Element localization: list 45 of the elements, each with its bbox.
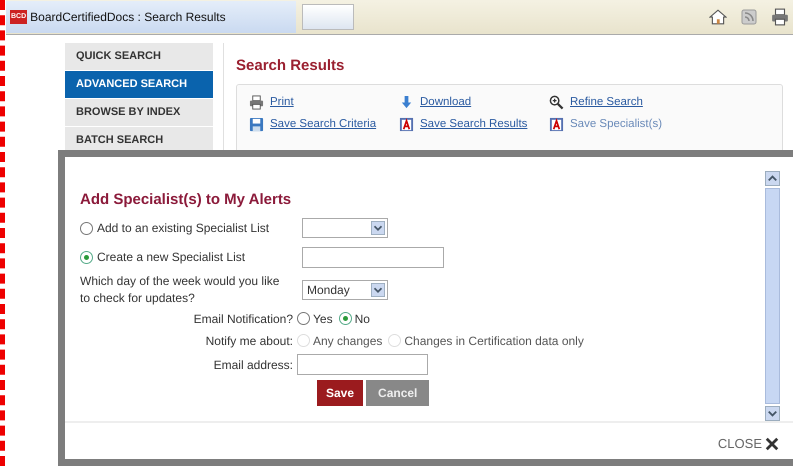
action-link[interactable]: Print [270, 94, 294, 112]
pdf-document-icon [399, 117, 414, 132]
page-title: Search Results [236, 57, 346, 75]
sidebar-item[interactable]: QUICK SEARCH [65, 43, 213, 70]
close-icon [765, 437, 779, 451]
action-link[interactable]: Download [420, 94, 472, 112]
day-dropdown[interactable]: Monday [302, 280, 388, 300]
option-label: Yes [313, 310, 333, 328]
option-label: Any changes [313, 332, 382, 350]
tab-title: BoardCertifiedDocs : Search Results [30, 9, 226, 26]
field-label: Email Notification? [192, 310, 294, 328]
scroll-down-icon [765, 406, 780, 421]
close-link[interactable]: CLOSE [718, 434, 779, 454]
list-dropdown[interactable] [302, 218, 388, 238]
option-label: Create a new Specialist List [97, 249, 246, 266]
home-icon [709, 8, 727, 26]
sidebar-item[interactable]: ADVANCED SEARCH [65, 71, 213, 98]
email-field[interactable] [297, 354, 428, 375]
radio-button[interactable] [297, 312, 310, 325]
new-tab[interactable] [302, 4, 354, 30]
field-label: Notify me about: [204, 332, 294, 350]
field-label: Email address: [212, 356, 294, 374]
day-question: Which day of the week would you like to check for updates? [80, 272, 280, 306]
modal-title: Add Specialist(s) to My Alerts [80, 190, 292, 210]
action-link: Save Specialist(s) [570, 117, 662, 132]
zoom-in-icon [549, 95, 564, 110]
scroll-up-icon [765, 171, 780, 186]
action-link[interactable]: Save Search Results [420, 116, 528, 134]
list-name-field[interactable] [302, 246, 444, 268]
download-icon [399, 95, 414, 110]
radio-button[interactable] [80, 222, 93, 234]
printer-icon [249, 95, 264, 110]
option-label: Changes in Certification data only [404, 332, 584, 350]
save-button[interactable]: Save [317, 380, 364, 406]
action-link[interactable]: Refine Search [570, 94, 643, 112]
scrollbar[interactable] [765, 188, 780, 404]
radio-button[interactable] [80, 250, 93, 264]
sidebar-item[interactable]: BROWSE BY INDEX [65, 99, 213, 126]
action-link[interactable]: Save Search Criteria [270, 116, 376, 134]
option-label: No [354, 310, 370, 328]
pdf-document-icon [549, 117, 564, 132]
feed-icon [741, 9, 757, 25]
printer-icon [771, 8, 789, 26]
option-label: Add to an existing Specialist List [97, 220, 270, 237]
radio-button[interactable] [338, 312, 352, 325]
